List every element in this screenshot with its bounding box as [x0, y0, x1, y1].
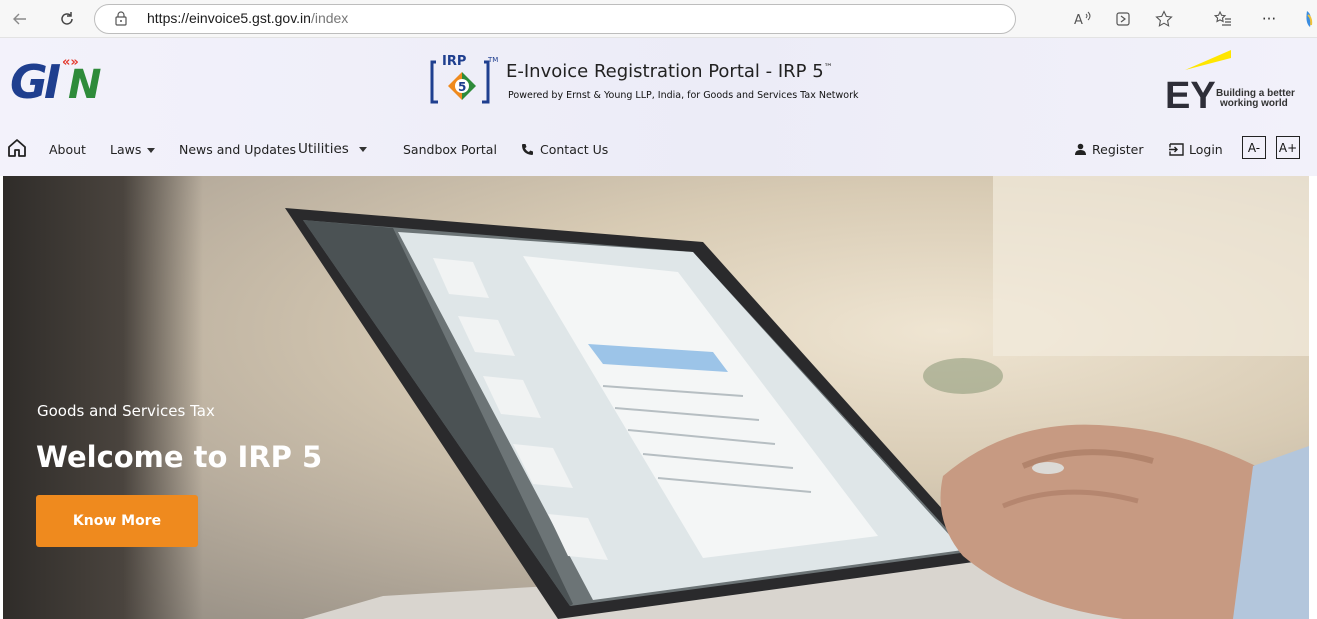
nav-contact-us-label: Contact Us — [540, 142, 609, 157]
svg-text:5: 5 — [458, 80, 466, 94]
login-icon — [1169, 143, 1184, 156]
hero-title: Welcome to IRP 5 — [36, 440, 323, 474]
copilot-icon[interactable] — [1303, 9, 1313, 29]
login-label: Login — [1189, 142, 1223, 157]
svg-text:IRP: IRP — [442, 54, 466, 69]
hero-banner: Goods and Services Tax Welcome to IRP 5 … — [3, 176, 1309, 619]
home-icon[interactable] — [6, 137, 28, 159]
phone-icon — [522, 144, 533, 155]
font-increase-button[interactable]: A+ — [1276, 136, 1300, 159]
svg-text:I: I — [44, 55, 61, 108]
url-host: https://einvoice5.gst.gov.in — [147, 10, 311, 26]
register-link[interactable]: Register — [1075, 142, 1143, 157]
portal-subtitle: Powered by Ernst & Young LLP, India, for… — [508, 90, 859, 101]
ey-tagline: Building a better working world — [1216, 89, 1306, 109]
user-icon — [1075, 143, 1086, 155]
url-path: /index — [310, 10, 349, 26]
back-icon[interactable] — [8, 7, 32, 31]
svg-text:TM: TM — [487, 56, 498, 64]
svg-text:G: G — [10, 55, 48, 108]
nav-laws-label: Laws — [110, 142, 142, 157]
nav-utilities[interactable]: Utilities — [298, 141, 367, 157]
portal-title-text: E-Invoice Registration Portal - IRP 5 — [506, 61, 824, 82]
trademark-mark: ™ — [823, 63, 833, 73]
know-more-button[interactable]: Know More — [36, 495, 198, 547]
nav-about[interactable]: About — [49, 142, 86, 157]
register-label: Register — [1092, 142, 1144, 157]
nav-contact-us[interactable]: Contact Us — [521, 142, 608, 157]
more-icon[interactable]: ··· — [1258, 8, 1280, 30]
irp5-logo[interactable]: IRP TM 5 — [428, 52, 498, 108]
portal-title: E-Invoice Registration Portal - IRP 5™ — [506, 61, 833, 82]
main-nav: About Laws News and Updates Utilities Sa… — [0, 134, 1317, 164]
svg-text:EY: EY — [1165, 75, 1216, 112]
nav-news-and-updates[interactable]: News and Updates — [179, 142, 296, 157]
ey-tagline-line2: working world — [1220, 98, 1288, 109]
chevron-down-icon — [358, 146, 367, 152]
chevron-down-icon — [147, 148, 156, 153]
refresh-icon[interactable] — [55, 7, 79, 31]
laptop-photo — [285, 176, 1309, 619]
hero-subtitle: Goods and Services Tax — [37, 402, 215, 420]
font-decrease-button[interactable]: A- — [1242, 136, 1266, 159]
favorite-icon[interactable] — [1153, 8, 1175, 30]
read-aloud-icon[interactable]: A — [1072, 8, 1094, 30]
svg-text:N: N — [68, 62, 101, 108]
favorites-bar-icon[interactable] — [1212, 8, 1234, 30]
browser-toolbar: https://einvoice5.gst.gov.in/index A ··· — [0, 0, 1317, 38]
url-text[interactable]: https://einvoice5.gst.gov.in/index — [147, 10, 348, 26]
nav-laws[interactable]: Laws — [110, 142, 156, 157]
app-available-icon[interactable] — [1112, 8, 1134, 30]
site-header: «» G I N IRP TM 5 E-Invoice Registration… — [0, 38, 1317, 176]
lock-icon[interactable] — [115, 11, 127, 26]
nav-utilities-label: Utilities — [298, 141, 349, 157]
svg-text:A: A — [1074, 13, 1083, 27]
login-link[interactable]: Login — [1169, 142, 1223, 157]
gstn-logo[interactable]: «» G I N — [8, 46, 112, 108]
nav-sandbox-portal[interactable]: Sandbox Portal — [403, 142, 497, 157]
address-bar[interactable]: https://einvoice5.gst.gov.in/index — [94, 4, 1016, 34]
